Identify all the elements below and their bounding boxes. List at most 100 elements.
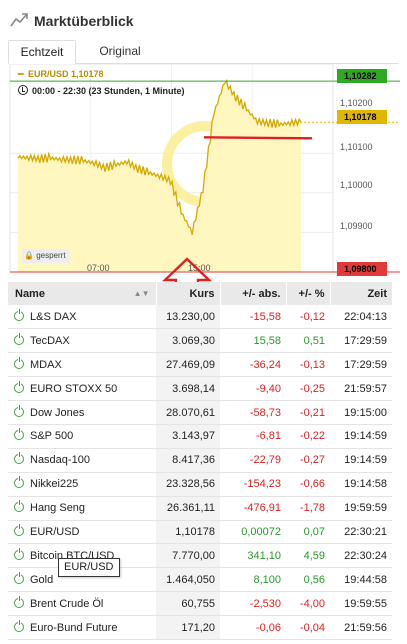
instrument-name[interactable]: EUR/USD <box>8 520 156 545</box>
time-cell: 19:14:58 <box>330 472 392 497</box>
change-pct-cell: -0,27 <box>286 448 330 473</box>
table-header-row: Name ▲▼ Kurs +/- abs. +/- % Zeit <box>8 282 392 305</box>
change-pct-cell: 0,56 <box>286 567 330 593</box>
y-tick-label: 1,10100 <box>340 142 373 152</box>
time-cell: 22:30:24 <box>330 543 392 569</box>
col-header-kurs[interactable]: Kurs <box>155 282 220 305</box>
price-cell: 3.143,97 <box>156 424 220 449</box>
change-abs-cell: -9,40 <box>220 376 286 402</box>
instrument-name[interactable]: MDAX <box>8 352 156 378</box>
change-pct-cell: -1,78 <box>286 496 330 521</box>
y-tick-label: 1,09900 <box>340 221 373 231</box>
tab-bar: Echtzeit Original <box>8 40 398 64</box>
instrument-name[interactable]: Hang Seng <box>8 496 156 521</box>
table-row[interactable]: EUR/USD 1,10178 0,00072 0,07 22:30:21 <box>8 520 392 545</box>
instrument-name[interactable]: Euro-Bund Future <box>8 615 156 640</box>
chart-legend: ━ EUR/USD 1,10178 <box>18 69 104 80</box>
table-row[interactable]: Nasdaq-100 8.417,36 -22,79 -0,27 19:14:59 <box>8 448 392 473</box>
instrument-name[interactable]: TecDAX <box>8 328 156 354</box>
status-power-icon <box>14 595 24 608</box>
instrument-name[interactable]: Brent Crude Öl <box>8 591 156 617</box>
change-pct-cell: -0,21 <box>286 400 330 425</box>
status-power-icon <box>14 619 24 632</box>
locked-badge: 🔒 gesperrt <box>22 249 70 263</box>
tab-echtzeit[interactable]: Echtzeit <box>8 40 76 64</box>
change-abs-cell: 0,00072 <box>220 520 286 545</box>
time-cell: 21:59:56 <box>330 615 392 640</box>
change-pct-cell: 0,51 <box>286 328 330 354</box>
col-header-pct[interactable]: +/- % <box>285 282 330 305</box>
high-value-badge: 1,10282 <box>337 69 387 83</box>
price-cell: 13.230,00 <box>156 305 220 330</box>
change-pct-cell: -0,13 <box>286 352 330 378</box>
change-abs-cell: 8,100 <box>220 567 286 593</box>
status-power-icon <box>14 308 24 321</box>
instrument-name[interactable]: S&P 500 <box>8 424 156 449</box>
price-cell: 28.070,61 <box>156 400 220 425</box>
status-power-icon <box>14 500 24 513</box>
table-row[interactable]: MDAX 27.469,09 -36,24 -0,13 17:29:59 <box>8 352 392 378</box>
change-abs-cell: -0,06 <box>220 615 286 640</box>
table-row[interactable]: S&P 500 3.143,97 -6,81 -0,22 19:14:59 <box>8 424 392 449</box>
tooltip: EUR/USD <box>58 558 120 577</box>
chart-instrument: EUR/USD <box>27 69 69 79</box>
price-cell: 26.361,11 <box>156 496 220 521</box>
status-power-icon <box>14 428 24 441</box>
price-cell: 1,10178 <box>156 520 220 545</box>
status-power-icon <box>14 404 24 417</box>
clock-icon <box>18 85 28 95</box>
time-cell: 22:04:13 <box>330 305 392 330</box>
time-cell: 22:30:21 <box>330 520 392 545</box>
table-row[interactable]: Euro-Bund Future 171,20 -0,06 -0,04 21:59:56 <box>8 615 392 640</box>
change-abs-cell: -36,24 <box>220 352 286 378</box>
chart-last-value: 1,10178 <box>70 69 104 79</box>
instrument-name[interactable]: Nasdaq-100 <box>8 448 156 473</box>
header: Marktüberblick <box>0 0 407 40</box>
y-tick-label: 1,10200 <box>340 98 373 108</box>
table-row[interactable]: Dow Jones 28.070,61 -58,73 -0,21 19:15:00 <box>8 400 392 425</box>
price-cell: 60,755 <box>156 591 220 617</box>
col-header-abs[interactable]: +/- abs. <box>219 282 286 305</box>
col-header-zeit[interactable]: Zeit <box>329 282 392 305</box>
time-cell: 17:29:59 <box>330 328 392 354</box>
table-row[interactable]: TecDAX 3.069,30 15,58 0,51 17:29:59 <box>8 328 392 354</box>
change-abs-cell: -15,58 <box>220 305 286 330</box>
time-cell: 19:15:00 <box>330 400 392 425</box>
table-row[interactable]: Brent Crude Öl 60,755 -2,530 -4,00 19:59:55 <box>8 591 392 617</box>
table-row[interactable]: L&S DAX 13.230,00 -15,58 -0,12 22:04:13 <box>8 305 392 330</box>
change-abs-cell: 15,58 <box>220 328 286 354</box>
change-pct-cell: -0,22 <box>286 424 330 449</box>
instrument-name[interactable]: EURO STOXX 50 <box>8 376 156 402</box>
price-cell: 8.417,36 <box>156 448 220 473</box>
time-cell: 19:44:58 <box>330 567 392 593</box>
table-row[interactable]: EURO STOXX 50 3.698,14 -9,40 -0,25 21:59:57 <box>8 376 392 402</box>
status-power-icon <box>14 476 24 489</box>
tab-original[interactable]: Original <box>92 40 148 64</box>
change-abs-cell: 341,10 <box>220 543 286 569</box>
change-pct-cell: -0,25 <box>286 376 330 402</box>
status-power-icon <box>14 356 24 369</box>
quotes-table: Name ▲▼ Kurs +/- abs. +/- % Zeit L&S DAX 1… <box>8 282 392 640</box>
change-pct-cell: -0,66 <box>286 472 330 497</box>
y-tick-label: 1,10000 <box>340 180 373 190</box>
low-value-badge: 1,09800 <box>337 262 387 276</box>
time-cell: 17:29:59 <box>330 352 392 378</box>
time-cell: 21:59:57 <box>330 376 392 402</box>
status-power-icon <box>14 547 24 560</box>
table-row[interactable]: Nikkei225 23.328,56 -154,23 -0,66 19:14:58 <box>8 472 392 497</box>
instrument-name[interactable]: L&S DAX <box>8 305 156 330</box>
change-abs-cell: -154,23 <box>220 472 286 497</box>
price-cell: 3.698,14 <box>156 376 220 402</box>
change-abs-cell: -6,81 <box>220 424 286 449</box>
x-tick-label: 07:00 <box>87 263 110 273</box>
status-power-icon <box>14 571 24 584</box>
sort-icon[interactable]: ▲▼ <box>134 289 150 298</box>
col-header-name[interactable]: Name ▲▼ <box>8 282 156 305</box>
instrument-name[interactable]: Dow Jones <box>8 400 156 425</box>
price-cell: 27.469,09 <box>156 352 220 378</box>
table-row[interactable]: Hang Seng 26.361,11 -476,91 -1,78 19:59:59 <box>8 496 392 521</box>
annotation-marker <box>203 136 313 140</box>
time-cell: 19:59:59 <box>330 496 392 521</box>
change-abs-cell: -2,530 <box>220 591 286 617</box>
instrument-name[interactable]: Nikkei225 <box>8 472 156 497</box>
